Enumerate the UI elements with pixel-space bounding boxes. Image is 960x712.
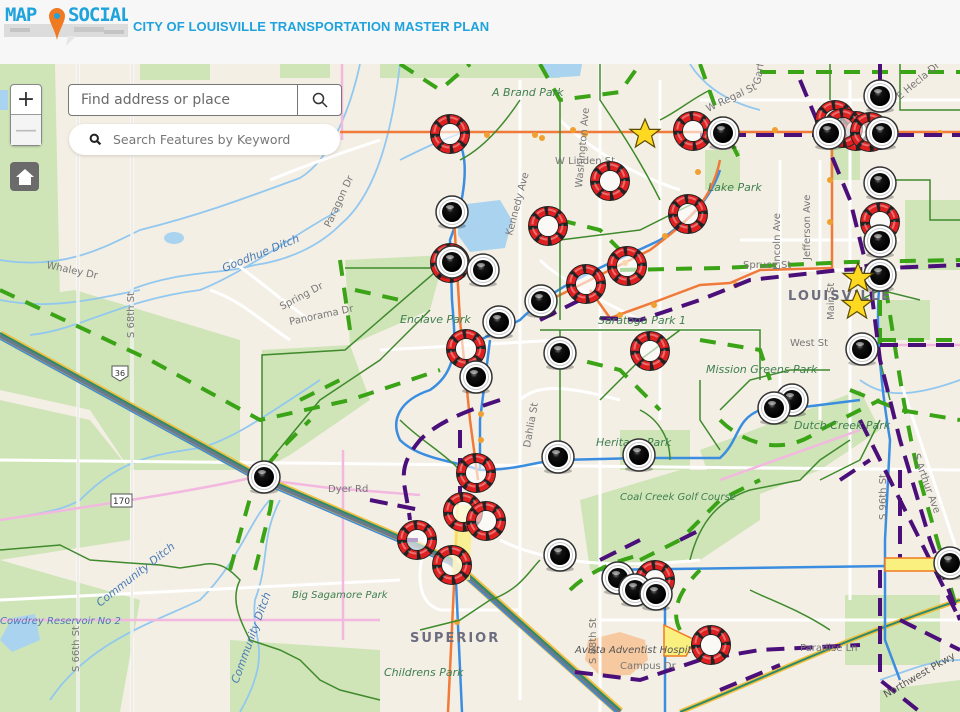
intersection-marker[interactable] <box>435 245 469 280</box>
comment-marker[interactable] <box>571 268 602 300</box>
comment-marker[interactable] <box>595 165 626 197</box>
svg-text:MAP: MAP <box>5 4 37 26</box>
label-superior: SUPERIOR <box>410 631 500 646</box>
shield-36: 36 <box>115 369 125 378</box>
shield-170: 170 <box>113 497 130 507</box>
intersection-marker[interactable] <box>863 224 897 259</box>
comment-marker[interactable] <box>678 115 709 147</box>
label-panorama-dr: Panorama Dr <box>288 303 355 328</box>
search-icon <box>89 133 102 146</box>
app-title: CITY OF LOUISVILLE TRANSPORTATION MASTER… <box>133 19 490 34</box>
intersection-marker[interactable] <box>863 166 897 201</box>
basemap: 170 36 A Brand Park Lake Park Saratoga P… <box>0 64 960 712</box>
geocoder <box>68 84 342 116</box>
label-dahlia-st: Dahlia St <box>522 402 541 449</box>
comment-marker[interactable] <box>461 457 492 489</box>
label-spruce-st: Spruce St <box>743 260 791 271</box>
label-goodhue-ditch: Goodhue Ditch <box>220 232 301 275</box>
label-s-66th-st: S 66th St <box>71 626 82 672</box>
label-garfield-ave: Garfield Ave <box>752 64 773 86</box>
label-e-hecla-dr: E Hecla Dr <box>895 64 943 102</box>
intersection-marker[interactable] <box>466 253 500 288</box>
intersection-marker[interactable] <box>482 305 516 340</box>
app-header: MAP SOCIAL CITY OF LOUISVILLE TRANSPORTA… <box>0 0 960 65</box>
intersection-marker[interactable] <box>459 360 493 395</box>
label-saratoga-park: Saratoga Park 1 <box>598 314 686 327</box>
comment-marker[interactable] <box>435 118 466 150</box>
label-childrens-park: Childrens Park <box>384 666 464 679</box>
zoom-in-button[interactable]: + <box>11 85 41 114</box>
intersection-marker[interactable] <box>845 332 879 367</box>
svg-text:SOCIAL: SOCIAL <box>68 4 128 26</box>
label-s-88th-st: S 88th St <box>588 618 599 664</box>
map-canvas[interactable]: 170 36 A Brand Park Lake Park Saratoga P… <box>0 64 960 712</box>
label-washington-ave: Washington Ave <box>574 107 592 188</box>
comment-marker[interactable] <box>612 250 643 282</box>
home-button[interactable] <box>10 162 39 191</box>
intersection-marker[interactable] <box>865 116 899 151</box>
star-marker[interactable] <box>629 118 661 148</box>
search-icon <box>312 92 328 108</box>
intersection-marker[interactable] <box>863 79 897 114</box>
label-dutch-creek-park: Dutch Creek Park <box>794 419 891 432</box>
label-west-st: West St <box>790 338 828 349</box>
label-mission-greens-park: Mission Greens Park <box>706 363 818 376</box>
comment-marker[interactable] <box>471 505 502 537</box>
label-cowdrey-reservoir: Cowdrey Reservoir No 2 <box>0 616 121 627</box>
home-icon <box>15 168 34 185</box>
label-a-brand-park: A Brand Park <box>491 86 564 99</box>
comment-marker[interactable] <box>696 629 727 661</box>
intersection-marker[interactable] <box>639 577 673 612</box>
label-paradise-ln: Paradise Ln <box>800 643 858 654</box>
label-lake-park: Lake Park <box>708 181 762 194</box>
comment-marker[interactable] <box>437 549 468 581</box>
label-lincoln-ave: Lincoln Ave <box>772 213 783 270</box>
intersection-marker[interactable] <box>541 440 575 475</box>
label-s-96th-st: S 96th St <box>878 474 889 520</box>
label-campus-dr: Campus Dr <box>620 661 677 672</box>
intersection-marker[interactable] <box>524 284 558 319</box>
comment-marker[interactable] <box>635 335 666 367</box>
address-search-input[interactable] <box>69 85 297 115</box>
intersection-marker[interactable] <box>435 195 469 230</box>
label-spring-dr: Spring Dr <box>278 280 326 312</box>
comment-marker[interactable] <box>533 210 564 242</box>
intersection-marker[interactable] <box>706 116 740 151</box>
label-s-68th-st: S 68th St <box>126 292 137 338</box>
intersection-marker[interactable] <box>812 116 846 151</box>
comment-marker[interactable] <box>402 524 433 556</box>
comment-marker[interactable] <box>673 198 704 230</box>
keyword-search <box>69 124 340 155</box>
label-paragon-dr: Paragon Dr <box>323 173 357 229</box>
zoom-control: + — <box>10 84 42 146</box>
map-social-logo[interactable]: MAP SOCIAL <box>4 2 128 50</box>
label-jefferson-ave: Jefferson Ave <box>802 195 813 261</box>
intersection-marker[interactable] <box>622 438 656 473</box>
comment-marker[interactable] <box>451 333 482 365</box>
zoom-out-button[interactable]: — <box>11 114 41 145</box>
label-main-st: Main St <box>826 283 837 320</box>
label-coal-creek-golf: Coal Creek Golf Course <box>620 492 736 503</box>
intersection-marker[interactable] <box>543 538 577 573</box>
label-big-sagamore-park: Big Sagamore Park <box>292 590 389 601</box>
intersection-marker[interactable] <box>247 460 281 495</box>
intersection-marker[interactable] <box>757 391 791 426</box>
label-enclave-park: Enclave Park <box>400 313 471 326</box>
keyword-search-input[interactable] <box>109 124 338 155</box>
address-search-button[interactable] <box>297 85 341 115</box>
label-dyer-rd: Dyer Rd <box>328 484 368 495</box>
intersection-marker[interactable] <box>543 336 577 371</box>
label-kennedy-ave: Kennedy Ave <box>504 171 531 236</box>
